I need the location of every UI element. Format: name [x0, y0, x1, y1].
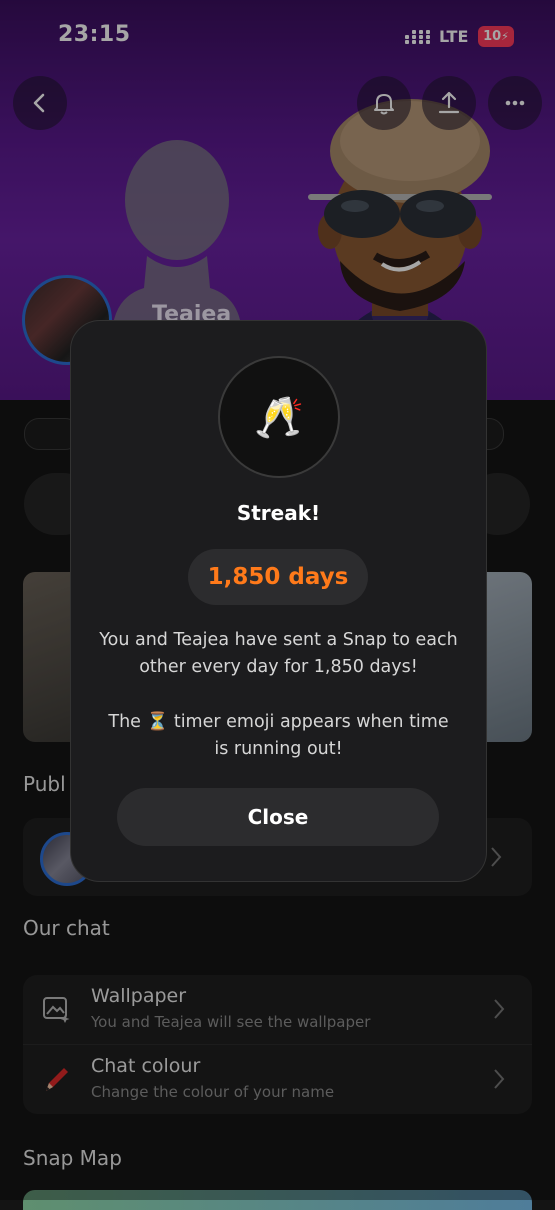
- streak-description: You and Teajea have sent a Snap to each …: [86, 627, 471, 681]
- timer-hint-line-2: is running out!: [214, 739, 343, 759]
- streak-days-badge: 1,850 days: [188, 549, 368, 605]
- timer-hint: The ⏳ timer emoji appears when time is r…: [86, 709, 471, 763]
- streak-description-line-2: other every day for 1,850 days!: [139, 657, 418, 677]
- dialog-title: Streak!: [236, 501, 321, 525]
- streak-emoji-badge: 🥂: [218, 356, 340, 478]
- close-button[interactable]: Close: [117, 788, 439, 846]
- streak-dialog: 🥂 Streak! 1,850 days You and Teajea have…: [70, 320, 487, 882]
- champagne-icon: 🥂: [254, 394, 304, 441]
- streak-description-line-1: You and Teajea have sent a Snap to each: [99, 630, 458, 650]
- timer-hint-line-1: The ⏳ timer emoji appears when time: [108, 712, 449, 732]
